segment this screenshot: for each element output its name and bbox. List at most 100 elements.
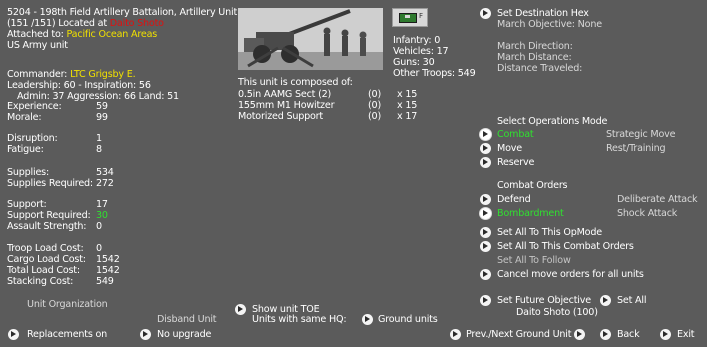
commander-name[interactable]: LTC Grigsby E. xyxy=(70,69,136,80)
support-value: 17 xyxy=(96,199,108,210)
morale-value: 99 xyxy=(96,112,108,123)
ops-move[interactable]: Move xyxy=(497,143,522,154)
future-objective-button-icon[interactable] xyxy=(480,295,491,306)
supplies-required-label: Supplies Required: xyxy=(7,178,93,189)
support-required-value: 30 xyxy=(96,210,108,221)
prev-next-ground-unit[interactable]: Prev./Next Ground Unit xyxy=(466,329,572,340)
attached-line: Attached to: Pacific Ocean Areas xyxy=(7,29,157,40)
assault-label: Assault Strength: xyxy=(7,221,87,232)
ops-strategic-move[interactable]: Strategic Move xyxy=(606,129,676,140)
attached-value[interactable]: Pacific Ocean Areas xyxy=(67,29,158,40)
set-all-button-icon[interactable] xyxy=(600,295,611,306)
supplies-label: Supplies: xyxy=(7,167,50,178)
troop-load-value: 0 xyxy=(96,243,102,254)
no-upgrade[interactable]: No upgrade xyxy=(157,329,211,340)
set-all-opmode-button-icon[interactable] xyxy=(480,227,491,238)
count-infantry: Infantry: 0 xyxy=(393,35,441,46)
fatigue-value: 8 xyxy=(96,144,102,155)
fatigue-label: Fatigue: xyxy=(7,144,44,155)
defend-radio-icon[interactable] xyxy=(480,194,491,205)
experience-label: Experience: xyxy=(7,101,62,112)
commander-leadership: Leadership: 60 - Inspiration: 56 xyxy=(7,80,151,91)
march-objective: March Objective: None xyxy=(497,19,602,30)
disruption-value: 1 xyxy=(96,133,102,144)
next-unit-button-icon[interactable] xyxy=(574,329,585,340)
unit-photo xyxy=(238,8,383,70)
order-bombardment[interactable]: Bombardment xyxy=(497,208,564,219)
badge-f-icon: F xyxy=(419,12,423,20)
ops-reserve[interactable]: Reserve xyxy=(497,157,534,168)
disband-unit[interactable]: Disband Unit xyxy=(157,314,217,325)
order-defend[interactable]: Defend xyxy=(497,194,531,205)
reserve-radio-icon[interactable] xyxy=(480,157,491,168)
stacking-label: Stacking Cost: xyxy=(7,276,74,287)
back-button[interactable]: Back xyxy=(617,329,640,340)
show-toe-button-icon[interactable] xyxy=(235,304,246,315)
upgrade-button-icon[interactable] xyxy=(140,329,151,340)
troop-load-label: Troop Load Cost: xyxy=(7,243,84,254)
ground-units[interactable]: Ground units xyxy=(378,314,438,325)
replacements-button-icon[interactable] xyxy=(8,329,19,340)
composition-paren: (0) xyxy=(368,111,381,122)
set-destination-button-icon[interactable] xyxy=(480,8,491,19)
move-radio-icon[interactable] xyxy=(480,143,491,154)
order-deliberate-attack[interactable]: Deliberate Attack xyxy=(617,194,698,205)
cargo-load-label: Cargo Load Cost: xyxy=(7,254,86,265)
set-all-combat-orders[interactable]: Set All To This Combat Orders xyxy=(497,241,634,252)
unit-title: 5204 - 198th Field Artillery Battalion, … xyxy=(7,7,238,18)
set-destination-label[interactable]: Set Destination Hex xyxy=(497,8,589,19)
replacements-on[interactable]: Replacements on xyxy=(27,329,107,340)
count-guns: Guns: 30 xyxy=(393,57,435,68)
bombardment-radio-icon[interactable] xyxy=(480,208,491,219)
assault-value: 0 xyxy=(96,221,102,232)
prev-unit-button-icon[interactable] xyxy=(450,329,461,340)
experience-value: 59 xyxy=(96,101,108,112)
army-type: US Army unit xyxy=(7,40,68,51)
exit-button-icon[interactable] xyxy=(660,329,671,340)
composition-header: This unit is composed of: xyxy=(238,77,353,88)
ops-combat[interactable]: Combat xyxy=(497,129,534,140)
composition-name: Motorized Support xyxy=(238,111,323,122)
total-load-value: 1542 xyxy=(96,265,120,276)
ground-units-button-icon[interactable] xyxy=(362,314,373,325)
units-same-hq-label: Units with same HQ: xyxy=(252,314,347,325)
set-all-opmode[interactable]: Set All To This OpMode xyxy=(497,227,602,238)
total-load-label: Total Load Cost: xyxy=(7,265,80,276)
support-label: Support: xyxy=(7,199,47,210)
composition-paren: (0) xyxy=(368,100,381,111)
exit-button[interactable]: Exit xyxy=(677,329,695,340)
combat-radio-icon[interactable] xyxy=(480,129,491,140)
composition-count: x 17 xyxy=(397,111,418,122)
distance-traveled: Distance Traveled: xyxy=(497,63,583,74)
unit-type-badge: F xyxy=(392,8,428,27)
composition-count: x 15 xyxy=(397,89,418,100)
count-other: Other Troops: 549 xyxy=(393,68,476,79)
order-shock-attack[interactable]: Shock Attack xyxy=(617,208,677,219)
combat-orders-header: Combat Orders xyxy=(497,180,568,191)
composition-count: x 15 xyxy=(397,100,418,111)
ops-rest-training[interactable]: Rest/Training xyxy=(606,143,666,154)
cancel-move-button-icon[interactable] xyxy=(480,269,491,280)
artillery-symbol-dot xyxy=(405,15,410,18)
commander-line: Commander: LTC Grigsby E. xyxy=(7,69,136,80)
unit-organization[interactable]: Unit Organization xyxy=(27,299,108,310)
cancel-move-orders[interactable]: Cancel move orders for all units xyxy=(497,269,644,280)
unit-location: Daito Shoto xyxy=(109,18,164,29)
commander-label: Commander: xyxy=(7,69,68,80)
composition-name: 0.5in AAMG Sect (2) xyxy=(238,89,332,100)
set-all[interactable]: Set All xyxy=(617,295,647,306)
set-all-follow[interactable]: Set All To Follow xyxy=(497,255,571,266)
composition-name: 155mm M1 Howitzer xyxy=(238,100,335,111)
supplies-required-value: 272 xyxy=(96,178,114,189)
set-all-combat-button-icon[interactable] xyxy=(480,241,491,252)
back-button-icon[interactable] xyxy=(600,329,611,340)
stacking-value: 549 xyxy=(96,276,114,287)
supplies-value: 534 xyxy=(96,167,114,178)
march-direction: March Direction: xyxy=(497,41,573,52)
cargo-load-value: 1542 xyxy=(96,254,120,265)
morale-label: Morale: xyxy=(7,112,42,123)
disruption-label: Disruption: xyxy=(7,133,58,144)
set-future-objective[interactable]: Set Future Objective xyxy=(497,295,591,306)
count-vehicles: Vehicles: 17 xyxy=(393,46,449,57)
composition-paren: (0) xyxy=(368,89,381,100)
